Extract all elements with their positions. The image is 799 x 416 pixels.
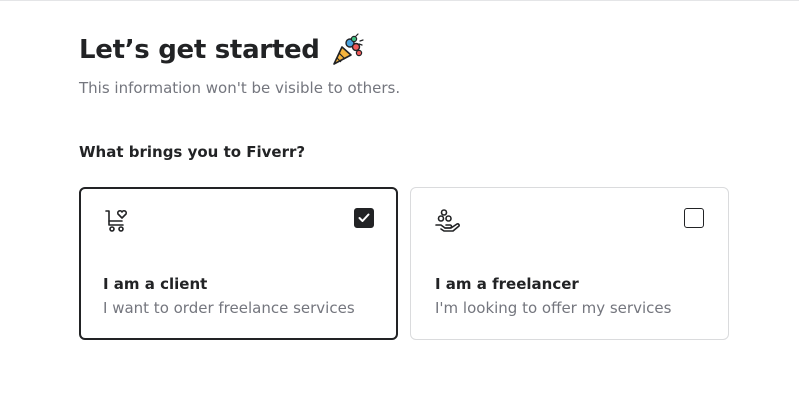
- top-divider: [0, 0, 799, 1]
- option-description: I'm looking to offer my services: [435, 299, 672, 317]
- shopping-cart-heart-icon: [103, 208, 131, 236]
- option-card-client[interactable]: I am a client I want to order freelance …: [79, 187, 398, 340]
- client-checkbox[interactable]: [354, 208, 374, 228]
- freelancer-checkbox[interactable]: [684, 208, 704, 228]
- option-description: I want to order freelance services: [103, 299, 355, 317]
- question-label: What brings you to Fiverr?: [79, 143, 306, 161]
- option-title: I am a freelancer: [435, 275, 579, 293]
- hand-with-coins-icon: [434, 208, 462, 236]
- page-subtitle: This information won't be visible to oth…: [79, 79, 401, 97]
- option-title: I am a client: [103, 275, 208, 293]
- title-row: Let’s get started: [79, 32, 364, 68]
- option-card-freelancer[interactable]: I am a freelancer I'm looking to offer m…: [410, 187, 729, 340]
- party-popper-icon: [330, 33, 364, 67]
- page-title: Let’s get started: [79, 35, 320, 65]
